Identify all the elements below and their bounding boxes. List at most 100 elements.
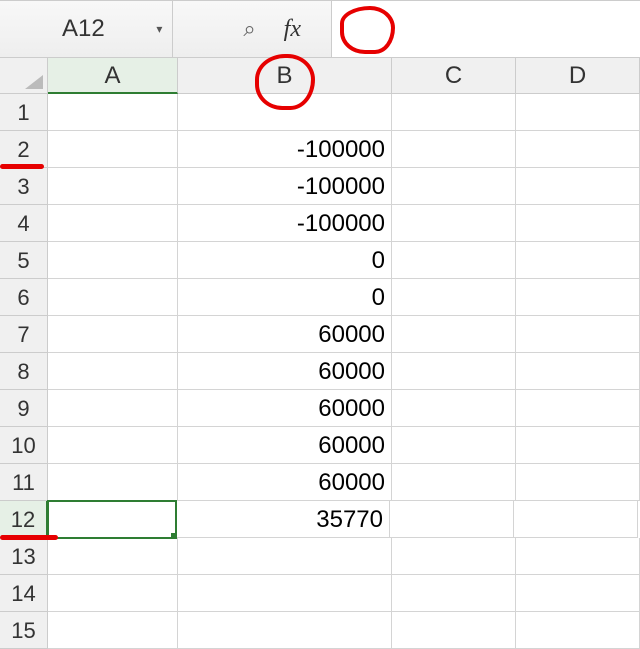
cell-B13[interactable] bbox=[178, 538, 392, 575]
cell-A13[interactable] bbox=[48, 538, 178, 575]
cell-A14[interactable] bbox=[48, 575, 178, 612]
cell-C1[interactable] bbox=[392, 94, 516, 131]
cell-C5[interactable] bbox=[392, 242, 516, 279]
cell-B8[interactable]: 60000 bbox=[178, 353, 392, 390]
name-box[interactable]: A12 ▾ bbox=[0, 1, 173, 57]
formula-input[interactable] bbox=[331, 1, 640, 57]
column-header-A[interactable]: A bbox=[48, 58, 178, 94]
cell-C8[interactable] bbox=[392, 353, 516, 390]
fx-icon[interactable]: fx bbox=[284, 16, 301, 43]
cell-D12[interactable] bbox=[514, 501, 638, 538]
cell-D4[interactable] bbox=[516, 205, 640, 242]
cell-A11[interactable] bbox=[48, 464, 178, 501]
table-row: 4 -100000 bbox=[0, 205, 640, 242]
cell-D11[interactable] bbox=[516, 464, 640, 501]
row-header-7[interactable]: 7 bbox=[0, 316, 48, 353]
name-box-value: A12 bbox=[8, 15, 105, 43]
table-row: 15 bbox=[0, 612, 640, 649]
cell-A8[interactable] bbox=[48, 353, 178, 390]
select-all-corner[interactable] bbox=[0, 58, 48, 94]
cell-D1[interactable] bbox=[516, 94, 640, 131]
cell-D10[interactable] bbox=[516, 427, 640, 464]
cell-A9[interactable] bbox=[48, 390, 178, 427]
cell-A15[interactable] bbox=[48, 612, 178, 649]
row-header-9[interactable]: 9 bbox=[0, 390, 48, 427]
cell-A2[interactable] bbox=[48, 131, 178, 168]
row-header-13[interactable]: 13 bbox=[0, 538, 48, 575]
cell-B2[interactable]: -100000 bbox=[178, 131, 392, 168]
cell-A12[interactable] bbox=[47, 500, 177, 539]
cell-A7[interactable] bbox=[48, 316, 178, 353]
cell-C10[interactable] bbox=[392, 427, 516, 464]
row-header-12[interactable]: 12 bbox=[0, 501, 48, 538]
cell-A5[interactable] bbox=[48, 242, 178, 279]
cell-D6[interactable] bbox=[516, 279, 640, 316]
column-header-C[interactable]: C bbox=[392, 58, 516, 94]
cell-D14[interactable] bbox=[516, 575, 640, 612]
cell-D5[interactable] bbox=[516, 242, 640, 279]
cell-C9[interactable] bbox=[392, 390, 516, 427]
table-row: 9 60000 bbox=[0, 390, 640, 427]
row-header-5[interactable]: 5 bbox=[0, 242, 48, 279]
cell-D13[interactable] bbox=[516, 538, 640, 575]
cell-B11[interactable]: 60000 bbox=[178, 464, 392, 501]
cell-C14[interactable] bbox=[392, 575, 516, 612]
cell-A3[interactable] bbox=[48, 168, 178, 205]
spreadsheet-grid: A B C D 12-1000003-1000004-1000005060760… bbox=[0, 58, 640, 649]
cell-B14[interactable] bbox=[178, 575, 392, 612]
cell-A6[interactable] bbox=[48, 279, 178, 316]
column-header-D[interactable]: D bbox=[516, 58, 640, 94]
cell-D7[interactable] bbox=[516, 316, 640, 353]
cell-A10[interactable] bbox=[48, 427, 178, 464]
cell-B7[interactable]: 60000 bbox=[178, 316, 392, 353]
cell-C11[interactable] bbox=[392, 464, 516, 501]
cell-B5[interactable]: 0 bbox=[178, 242, 392, 279]
cell-B3[interactable]: -100000 bbox=[178, 168, 392, 205]
cell-B12[interactable]: 35770 bbox=[176, 501, 390, 538]
cell-D9[interactable] bbox=[516, 390, 640, 427]
table-row: 12 35770 bbox=[0, 501, 640, 538]
cell-A1[interactable] bbox=[48, 94, 178, 131]
row-header-10[interactable]: 10 bbox=[0, 427, 48, 464]
cell-C3[interactable] bbox=[392, 168, 516, 205]
row-header-2[interactable]: 2 bbox=[0, 131, 48, 168]
cell-C13[interactable] bbox=[392, 538, 516, 575]
cell-B15[interactable] bbox=[178, 612, 392, 649]
row-header-14[interactable]: 14 bbox=[0, 575, 48, 612]
row-header-3[interactable]: 3 bbox=[0, 168, 48, 205]
cell-B10[interactable]: 60000 bbox=[178, 427, 392, 464]
cell-D15[interactable] bbox=[516, 612, 640, 649]
column-header-B[interactable]: B bbox=[178, 58, 392, 94]
table-row: 3 -100000 bbox=[0, 168, 640, 205]
row-header-11[interactable]: 11 bbox=[0, 464, 48, 501]
cell-C2[interactable] bbox=[392, 131, 516, 168]
chevron-down-icon[interactable]: ▾ bbox=[156, 22, 162, 36]
table-row: 1 bbox=[0, 94, 640, 131]
table-row: 8 60000 bbox=[0, 353, 640, 390]
cell-C6[interactable] bbox=[392, 279, 516, 316]
table-row: 2 -100000 bbox=[0, 131, 640, 168]
table-row: 50 bbox=[0, 242, 640, 279]
cell-B6[interactable]: 0 bbox=[178, 279, 392, 316]
row-header-8[interactable]: 8 bbox=[0, 353, 48, 390]
cell-C15[interactable] bbox=[392, 612, 516, 649]
table-row: 10 60000 bbox=[0, 427, 640, 464]
cell-D2[interactable] bbox=[516, 131, 640, 168]
cell-B9[interactable]: 60000 bbox=[178, 390, 392, 427]
cell-A4[interactable] bbox=[48, 205, 178, 242]
cell-C4[interactable] bbox=[392, 205, 516, 242]
cell-B1[interactable] bbox=[178, 94, 392, 131]
search-icon[interactable]: ⌕ bbox=[243, 16, 255, 42]
table-row: 7 60000 bbox=[0, 316, 640, 353]
row-header-6[interactable]: 6 bbox=[0, 279, 48, 316]
formula-bar-icons: ⌕ fx bbox=[173, 16, 331, 43]
cell-C7[interactable] bbox=[392, 316, 516, 353]
cell-D8[interactable] bbox=[516, 353, 640, 390]
row-header-4[interactable]: 4 bbox=[0, 205, 48, 242]
cell-C12[interactable] bbox=[390, 501, 514, 538]
row-header-1[interactable]: 1 bbox=[0, 94, 48, 131]
row-header-15[interactable]: 15 bbox=[0, 612, 48, 649]
cell-D3[interactable] bbox=[516, 168, 640, 205]
formula-bar: A12 ▾ ⌕ fx bbox=[0, 0, 640, 58]
cell-B4[interactable]: -100000 bbox=[178, 205, 392, 242]
